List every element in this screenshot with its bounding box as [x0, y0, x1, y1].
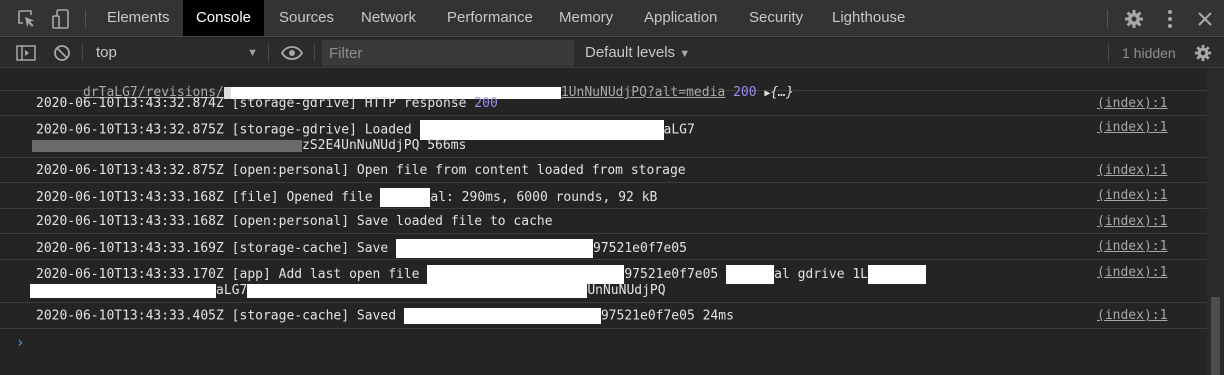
tab-performance[interactable]: Performance — [435, 0, 545, 36]
toolbar-divider — [314, 44, 315, 62]
message-text: 2020-06-10T13:43:33.169Z [storage-cache]… — [36, 241, 397, 256]
settings-gear-icon[interactable] — [1192, 38, 1214, 68]
redacted-block — [30, 283, 216, 298]
tab-security[interactable]: Security — [737, 0, 815, 36]
clear-console-icon[interactable] — [50, 38, 74, 68]
toolbar-divider — [85, 10, 86, 28]
console-message: 2020-06-10T13:43:32.875Z [open:personal]… — [0, 158, 1207, 183]
toolbar-divider — [268, 44, 269, 62]
more-vertical-icon[interactable] — [1155, 0, 1185, 37]
console-message: 2020-06-10T13:43:33.168Z [file] Opened f… — [0, 183, 1207, 209]
console-messages: drTaLG7/revisions/1UnNuNUdjPQ?alt=media … — [0, 69, 1207, 375]
message-text: 97521e0f7e05 — [593, 241, 687, 256]
message-text: 2020-06-10T13:43:33.168Z [file] Opened f… — [36, 190, 381, 205]
message-text: 2020-06-10T13:43:33.170Z [app] Add last … — [36, 267, 428, 282]
redacted-block — [726, 265, 775, 284]
tab-network[interactable]: Network — [349, 0, 428, 36]
close-icon[interactable] — [1190, 0, 1220, 37]
redacted-block — [396, 239, 594, 258]
filter-input[interactable] — [322, 40, 574, 66]
source-link[interactable]: (index):1 — [1097, 96, 1167, 111]
message-text: zS2E4UnNuNUdjPQ 566ms — [302, 138, 467, 153]
log-levels-label: Default levels — [585, 44, 676, 61]
console-message: 2020-06-10T13:43:33.168Z [open:personal]… — [0, 209, 1207, 234]
message-text: al gdrive 1L — [774, 267, 869, 282]
message-text: aLG7 — [663, 122, 695, 138]
gear-icon[interactable] — [1119, 0, 1149, 37]
message-text: 2020-06-10T13:43:32.875Z [open:personal]… — [36, 163, 686, 178]
eye-icon[interactable] — [278, 38, 306, 68]
source-link[interactable]: (index):1 — [1097, 188, 1167, 203]
chevron-down-icon: ▼ — [679, 48, 691, 60]
source-link[interactable]: (index):1 — [1097, 308, 1167, 323]
chevron-down-icon: ▼ — [247, 47, 258, 59]
source-link[interactable]: (index):1 — [1097, 239, 1167, 254]
scrollbar-thumb[interactable] — [1211, 297, 1220, 375]
console-message: 2020-06-10T13:43:32.874Z [storage-gdrive… — [0, 91, 1207, 116]
message-text: 2020-06-10T13:43:32.875Z [storage-gdrive… — [36, 122, 420, 138]
message-text: aLG7 — [216, 283, 248, 298]
source-link[interactable]: (index):1 — [1097, 214, 1167, 229]
toolbar-divider — [1108, 44, 1109, 62]
message-text: UnNuNUdjPQ — [587, 283, 666, 298]
tab-console[interactable]: Console — [183, 0, 264, 36]
tab-application[interactable]: Application — [632, 0, 729, 36]
redacted-block — [868, 265, 927, 284]
message-text: 2020-06-10T13:43:33.405Z [storage-cache]… — [36, 308, 404, 324]
source-link[interactable]: (index):1 — [1097, 265, 1167, 280]
redacted-block — [247, 283, 588, 298]
console-scrollbar[interactable] — [1207, 69, 1224, 375]
sidebar-toggle-icon[interactable] — [14, 38, 38, 68]
redacted-block — [403, 308, 601, 324]
console-message: 2020-06-10T13:43:33.169Z [storage-cache]… — [0, 234, 1207, 260]
redacted-block — [380, 188, 431, 207]
tab-sources[interactable]: Sources — [267, 0, 346, 36]
message-text: al: 290ms, 6000 rounds, 92 kB — [430, 190, 658, 205]
message-text: 97521e0f7e05 24ms — [600, 308, 734, 324]
message-text: 2020-06-10T13:43:32.874Z [storage-gdrive… — [36, 96, 475, 111]
source-link[interactable]: (index):1 — [1097, 163, 1167, 178]
devtools-tab-bar: Elements Console Sources Network Perform… — [0, 0, 1224, 37]
console-message: drTaLG7/revisions/1UnNuNUdjPQ?alt=media … — [0, 69, 1207, 100]
inspect-element-icon[interactable] — [12, 0, 42, 37]
redacted-block — [32, 139, 302, 152]
console-message: 2020-06-10T13:43:33.170Z [app] Add last … — [0, 260, 1207, 303]
source-link[interactable]: (index):1 — [1097, 120, 1167, 135]
device-toolbar-icon[interactable] — [46, 0, 76, 37]
context-value: top — [96, 44, 117, 61]
redacted-block — [419, 120, 664, 140]
hidden-messages-count: 1 hidden — [1122, 45, 1176, 61]
tab-lighthouse[interactable]: Lighthouse — [820, 0, 917, 36]
tab-elements[interactable]: Elements — [95, 0, 182, 36]
tab-memory[interactable]: Memory — [547, 0, 625, 36]
console-prompt[interactable]: › — [16, 335, 24, 351]
log-levels-dropdown[interactable]: Default levels ▼ — [585, 38, 690, 68]
console-toolbar: top ▼ Default levels ▼ 1 hidden — [0, 38, 1224, 68]
toolbar-divider — [82, 44, 83, 62]
message-text: 97521e0f7e05 — [624, 267, 727, 282]
console-message: 2020-06-10T13:43:33.405Z [storage-cache]… — [0, 303, 1207, 329]
status-value: 200 — [474, 96, 498, 111]
console-message: 2020-06-10T13:43:32.875Z [storage-gdrive… — [0, 116, 1207, 158]
context-selector[interactable]: top ▼ — [88, 41, 264, 65]
redacted-block — [427, 265, 625, 284]
message-text: 2020-06-10T13:43:33.168Z [open:personal]… — [36, 214, 553, 229]
toolbar-divider — [1107, 10, 1108, 28]
